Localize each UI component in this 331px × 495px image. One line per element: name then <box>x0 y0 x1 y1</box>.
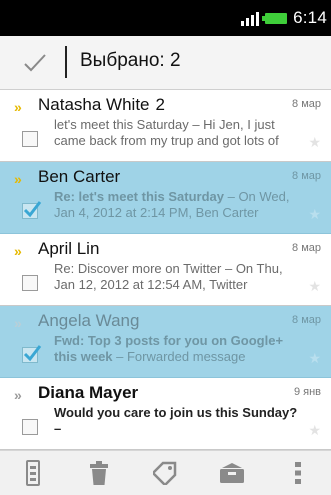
message-row-selected[interactable]: » Ben Carter 8 мар Re: let's meet this S… <box>0 162 331 234</box>
select-checkbox[interactable] <box>22 131 38 147</box>
message-snippet: let's meet this Saturday – Hi Jen, I jus… <box>54 117 279 148</box>
message-date: 8 мар <box>292 170 321 182</box>
sender-name: Angela Wang <box>38 311 140 330</box>
checkmark-icon <box>23 345 42 362</box>
priority-marker-icon: » <box>14 315 22 331</box>
clock: 6:14 <box>293 8 327 27</box>
select-checkbox-checked[interactable] <box>22 345 42 363</box>
labels-button[interactable] <box>13 453 53 493</box>
message-row[interactable]: » April Lin 8 мар Re: Discover more on T… <box>0 234 331 306</box>
trash-icon <box>90 461 109 485</box>
message-snippet: Would you care to join us this Sunday? – <box>54 405 304 437</box>
message-date: 8 мар <box>292 242 321 254</box>
sender-name: Natasha White 2 <box>38 95 165 114</box>
bottom-toolbar <box>0 450 331 495</box>
message-list: » Natasha White 2 8 мар let's meet this S… <box>0 90 331 450</box>
signal-icon <box>241 10 260 26</box>
normal-marker-icon: » <box>14 387 22 403</box>
priority-marker-icon: » <box>14 243 22 259</box>
priority-marker-icon: » <box>14 99 22 115</box>
sender-name: Ben Carter <box>38 167 121 186</box>
tag-icon <box>153 461 177 485</box>
battery-icon <box>262 12 288 24</box>
delete-button[interactable] <box>79 453 119 493</box>
star-icon[interactable]: ★ <box>308 278 321 295</box>
checkmark-icon <box>23 201 42 218</box>
message-row-selected[interactable]: » Angela Wang 8 мар Fwd: Top 3 posts for… <box>0 306 331 378</box>
message-row[interactable]: » Diana Mayer 9 янв Would you care to jo… <box>0 378 331 450</box>
archive-icon <box>219 463 244 483</box>
thread-count: 2 <box>155 95 165 114</box>
message-snippet: Re: Discover more on Twitter – On Thu, J… <box>54 261 283 292</box>
selection-action-bar: Выбрано: 2 <box>0 36 331 90</box>
star-icon[interactable]: ★ <box>308 134 321 151</box>
select-checkbox-checked[interactable] <box>22 201 42 219</box>
message-date: 8 мар <box>292 98 321 110</box>
checkmark-icon <box>24 54 46 72</box>
sender-name: April Lin <box>38 239 100 258</box>
status-bar: 6:14 <box>0 0 331 36</box>
sender-name: Diana Mayer <box>38 383 139 402</box>
done-button[interactable] <box>8 36 62 90</box>
message-subject: Re: let's meet this Saturday <box>54 189 224 204</box>
message-date: 8 мар <box>292 314 321 326</box>
star-icon[interactable]: ★ <box>308 422 321 439</box>
message-row[interactable]: » Natasha White 2 8 мар let's meet this S… <box>0 90 331 162</box>
overflow-menu-button[interactable] <box>278 453 318 493</box>
message-snippet: Re: let's meet this Saturday – On Wed, J… <box>54 189 290 220</box>
star-icon[interactable]: ★ <box>308 350 321 367</box>
selection-count-title: Выбрано: 2 <box>80 50 181 71</box>
overflow-menu-icon <box>294 462 301 484</box>
message-date: 9 янв <box>293 386 321 398</box>
message-snippet: Fwd: Top 3 posts for you on Google+ this… <box>54 333 284 364</box>
select-checkbox[interactable] <box>22 419 38 435</box>
archive-button[interactable] <box>212 453 252 493</box>
label-tag-button[interactable] <box>145 453 185 493</box>
priority-marker-icon: » <box>14 171 22 187</box>
status-icons: 6:14 <box>241 0 327 36</box>
message-subject: Would you care to join us this Sunday? – <box>54 405 298 436</box>
star-icon[interactable]: ★ <box>308 206 321 223</box>
select-checkbox[interactable] <box>22 275 38 291</box>
divider <box>65 46 67 78</box>
labels-icon <box>26 460 41 486</box>
